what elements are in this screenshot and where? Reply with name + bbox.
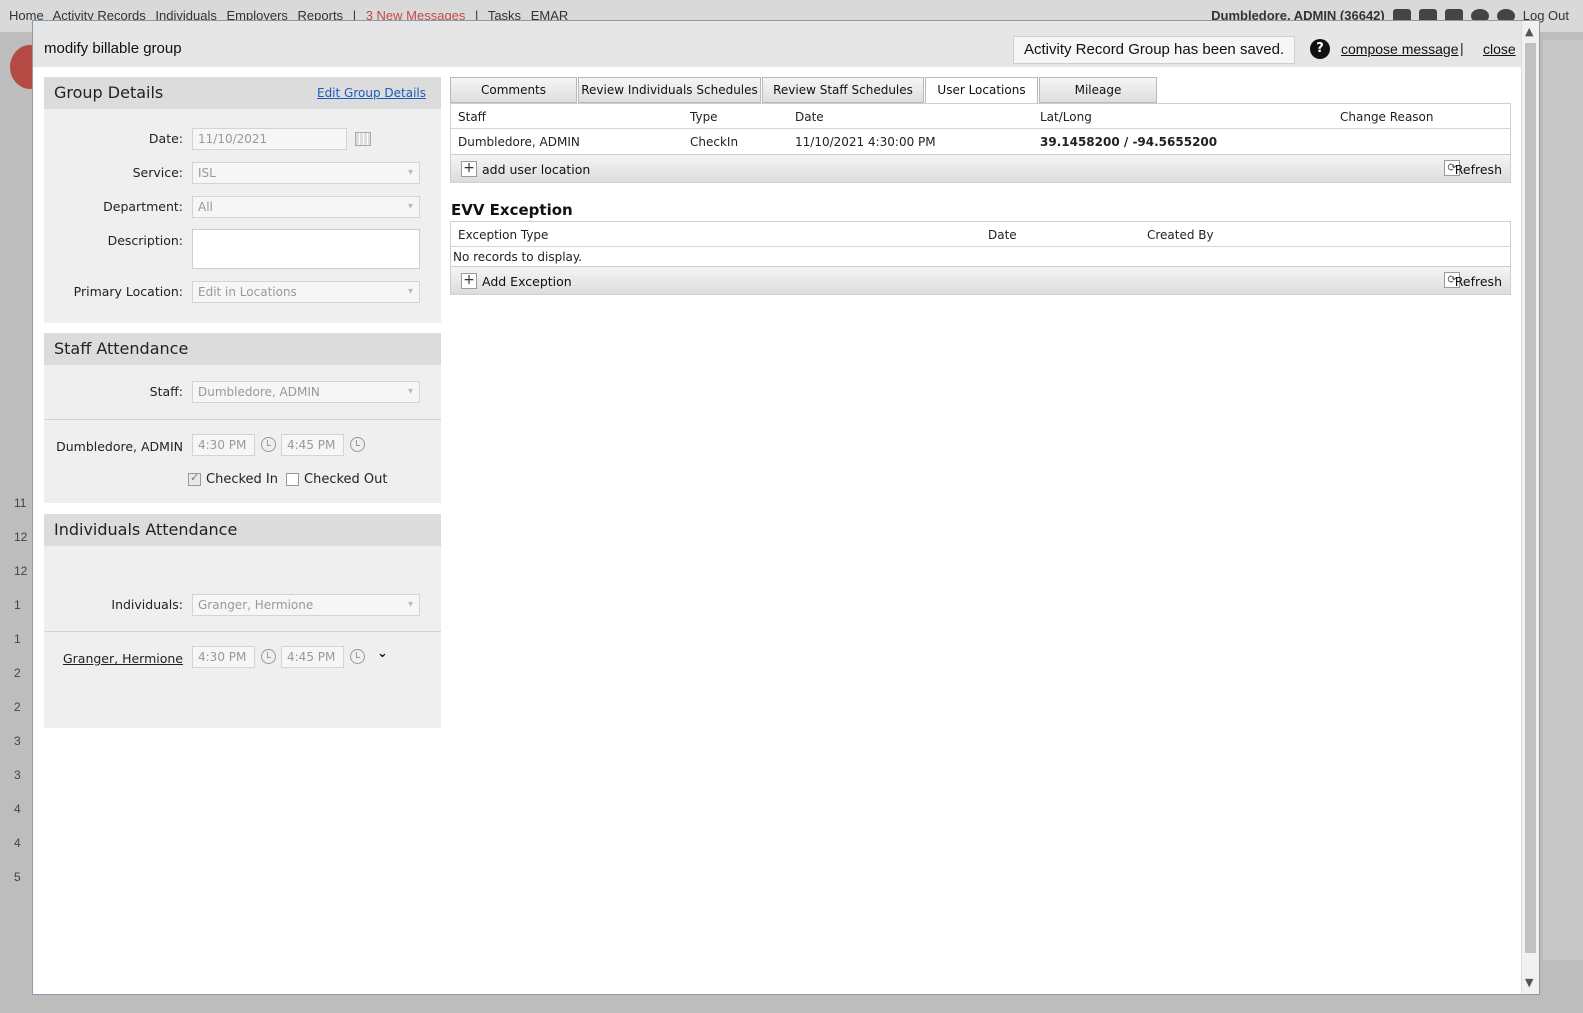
clock-icon[interactable] [350,437,365,452]
no-records-text: No records to display. [453,250,583,264]
primary-location-select[interactable]: Edit in Locations [192,281,420,303]
service-select[interactable]: ISL [192,162,420,184]
staff-attendance-panel: Staff Attendance Staff: Dumbledore, ADMI… [44,333,441,503]
service-label: Service: [132,165,183,180]
checked-in-checkbox[interactable] [188,471,201,486]
bg-row-number: 12 [14,564,28,578]
individual-end-time-input[interactable]: 4:45 PM [281,646,344,668]
individuals-select[interactable]: Granger, Hermione [192,594,420,616]
saved-notice: Activity Record Group has been saved. [1013,36,1296,64]
scroll-thumb[interactable] [1525,43,1536,953]
scroll-up-arrow-icon[interactable]: ▲ [1525,25,1533,38]
col-date[interactable]: Date [795,110,824,124]
individual-start-time-input[interactable]: 4:30 PM [192,646,255,668]
edit-group-details-link[interactable]: Edit Group Details [317,86,426,100]
col-created-by[interactable]: Created By [1147,228,1214,242]
grid-header: Exception Type Date Created By [451,222,1510,247]
bg-row-number: 5 [14,870,21,884]
divider [44,419,441,420]
chevron-down-icon[interactable]: ⌄ [377,646,388,661]
background-right-strip [1543,40,1583,960]
staff-label: Staff: [149,384,183,399]
add-exception-button[interactable]: Add Exception [482,274,572,289]
grid-footer: + Add Exception ⟳ Refresh [451,266,1510,294]
col-staff[interactable]: Staff [458,110,486,124]
modal-scrollbar[interactable]: ▲ ▼ [1521,21,1539,994]
tab-user-locations[interactable]: User Locations [925,77,1038,104]
staff-start-time-input[interactable]: 4:30 PM [192,434,255,456]
description-textarea[interactable] [192,229,420,269]
divider [44,631,441,632]
department-select[interactable]: All [192,196,420,218]
group-details-panel: Group Details Edit Group Details Date: 1… [44,77,441,323]
modify-billable-group-modal: modify billable group Activity Record Gr… [32,20,1540,995]
plus-icon[interactable]: + [461,161,477,177]
bg-row-number: 1 [14,632,21,646]
empty-row: No records to display. [451,247,1510,266]
staff-end-time-input[interactable]: 4:45 PM [281,434,344,456]
col-change-reason[interactable]: Change Reason [1340,110,1434,124]
table-row[interactable]: Dumbledore, ADMIN CheckIn 11/10/2021 4:3… [451,129,1510,154]
tab-review-staff-schedules[interactable]: Review Staff Schedules [762,77,924,103]
primary-location-label: Primary Location: [73,284,183,299]
checked-in-label: Checked In [206,472,278,487]
staff-person-name: Dumbledore, ADMIN [56,439,183,454]
tab-review-individuals-schedules[interactable]: Review Individuals Schedules [578,77,761,103]
tab-mileage[interactable]: Mileage [1039,77,1157,103]
compose-message-link[interactable]: compose message [1341,41,1459,57]
grid-header: Staff Type Date Lat/Long Change Reason [451,104,1510,129]
date-input[interactable]: 11/10/2021 [192,128,347,150]
bg-row-number: 1 [14,598,21,612]
user-locations-grid: Staff Type Date Lat/Long Change Reason D… [450,103,1511,183]
evv-exception-grid: Exception Type Date Created By No record… [450,221,1511,295]
tab-comments[interactable]: Comments [450,77,577,103]
cell-type: CheckIn [690,135,739,149]
checked-out-checkbox[interactable] [286,473,299,486]
bg-row-number: 3 [14,734,21,748]
description-label: Description: [107,233,183,248]
cell-date: 11/10/2021 4:30:00 PM [795,135,936,149]
clock-icon[interactable] [261,649,276,664]
col-exception-type[interactable]: Exception Type [458,228,548,242]
bg-row-number: 2 [14,700,21,714]
date-label: Date: [148,131,183,146]
bg-row-number: 4 [14,836,21,850]
scroll-down-arrow-icon[interactable]: ▼ [1525,976,1533,989]
add-user-location-button[interactable]: add user location [482,162,590,177]
col-type[interactable]: Type [690,110,718,124]
bg-row-number: 11 [14,496,27,510]
individuals-attendance-heading: Individuals Attendance [44,514,441,546]
help-icon[interactable]: ? [1310,39,1330,59]
individuals-attendance-panel: Individuals Attendance Individuals: Gran… [44,514,441,728]
background-row-numbers: 11 12 12 1 1 2 2 3 3 4 4 5 [14,486,27,894]
header-separator: | [1460,40,1464,56]
staff-select[interactable]: Dumbledore, ADMIN [192,381,420,403]
bg-row-number: 12 [14,530,28,544]
clock-icon[interactable] [261,437,276,452]
cell-staff: Dumbledore, ADMIN [458,135,580,149]
col-date[interactable]: Date [988,228,1017,242]
bg-row-number: 2 [14,666,21,680]
col-lat-long[interactable]: Lat/Long [1040,110,1092,124]
modal-header: modify billable group Activity Record Gr… [33,21,1521,67]
checked-out-label: Checked Out [304,472,388,487]
clock-icon[interactable] [350,649,365,664]
plus-icon[interactable]: + [461,273,477,289]
individual-person-link[interactable]: Granger, Hermione [63,651,183,666]
refresh-button[interactable]: Refresh [1455,162,1502,177]
bg-row-number: 3 [14,768,21,782]
staff-attendance-heading: Staff Attendance [44,333,441,365]
refresh-button[interactable]: Refresh [1455,274,1502,289]
close-link[interactable]: close [1483,41,1516,57]
cell-lat-long: 39.1458200 / -94.5655200 [1040,135,1218,149]
grid-footer: + add user location ⟳ Refresh [451,154,1510,182]
bg-row-number: 4 [14,802,21,816]
department-label: Department: [103,199,183,214]
evv-exception-title: EVV Exception [451,201,573,219]
modal-title: modify billable group [44,40,182,57]
calendar-icon[interactable] [355,132,371,146]
individuals-label: Individuals: [111,597,183,612]
